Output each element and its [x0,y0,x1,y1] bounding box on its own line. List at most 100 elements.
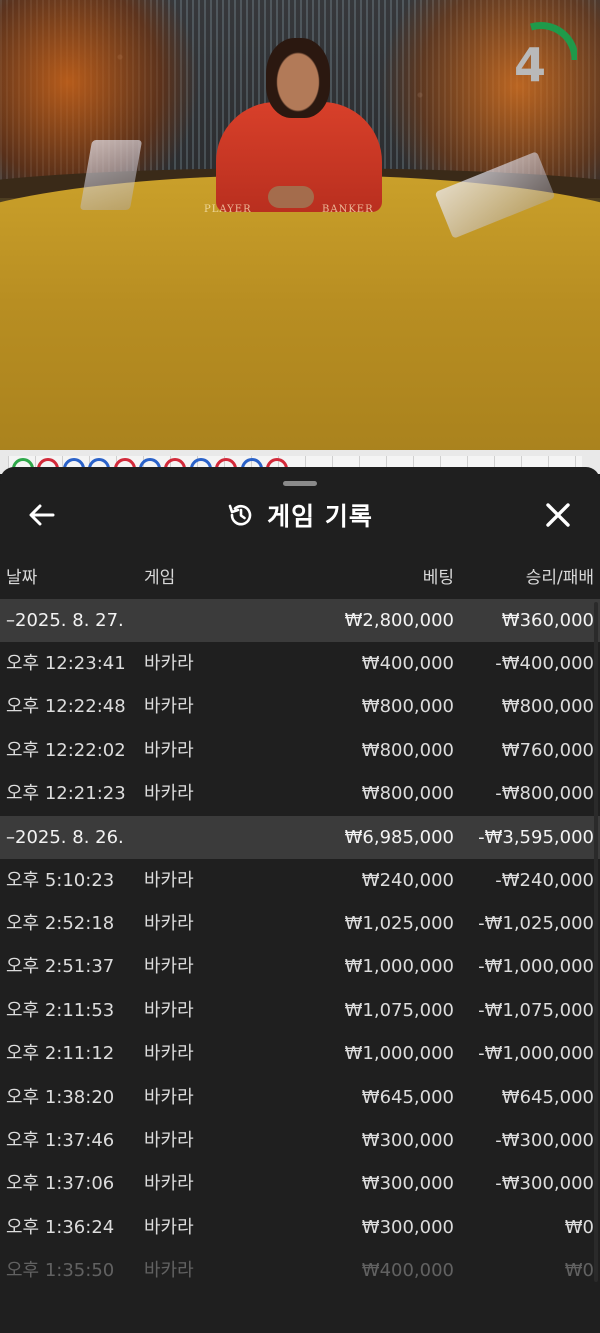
column-header-date: 날짜 [6,568,38,588]
table-row[interactable]: 오후 1:36:24 바카라 ₩300,000 ₩0 [0,1206,600,1249]
table-row[interactable]: 오후 1:38:20 바카라 ₩645,000 ₩645,000 [0,1076,600,1119]
history-table-header: 날짜 게임 베팅 승리/패배 [0,563,600,591]
row-bet: ₩1,025,000 [344,912,454,934]
row-game: 바카라 [144,1043,194,1065]
group-date: –2025. 8. 27. [6,610,124,631]
row-game: 바카라 [144,653,194,674]
row-game: 바카라 [144,1086,194,1108]
row-bet: ₩800,000 [361,739,454,761]
sheet-header: 게임 기록 [0,495,600,535]
row-game: 바카라 [144,1173,194,1195]
table-row[interactable]: 오후 1:35:50 바카라 ₩400,000 ₩0 [0,1249,600,1292]
table-row[interactable]: 오후 2:51:37 바카라 ₩1,000,000 -₩1,000,000 [0,945,600,988]
table-row[interactable]: 오후 2:52:18 바카라 ₩1,025,000 -₩1,025,000 [0,902,600,945]
row-bet: ₩800,000 [361,696,454,718]
timer-value: 4 [513,38,546,92]
row-bet: ₩1,000,000 [344,1043,454,1065]
row-bet: ₩400,000 [361,1260,454,1282]
row-time: 오후 1:37:46 [6,1129,115,1151]
row-time: 오후 1:35:50 [6,1260,115,1282]
table-row[interactable]: 오후 12:22:48 바카라 ₩800,000 ₩800,000 [0,685,600,728]
column-header-game: 게임 [144,568,176,588]
column-header-bet: 베팅 [422,568,454,588]
row-result: -₩400,000 [495,653,594,674]
row-bet: ₩300,000 [361,1173,454,1195]
row-bet: ₩240,000 [361,869,454,891]
row-result: ₩760,000 [501,739,594,761]
history-scrollbar[interactable] [594,602,598,1282]
game-history-sheet: 게임 기록 날짜 게임 베팅 승리/패배 –2025. 8. 27. ₩2,800… [0,467,600,1333]
group-total-result: ₩360,000 [501,610,594,631]
close-button[interactable] [540,497,576,533]
row-result: ₩0 [564,1260,594,1282]
row-time: 오후 1:37:06 [6,1173,115,1195]
row-time: 오후 1:38:20 [6,1086,115,1108]
baccarat-table [0,175,600,450]
row-result: -₩300,000 [495,1173,594,1195]
table-row[interactable]: 오후 2:11:12 바카라 ₩1,000,000 -₩1,000,000 [0,1032,600,1075]
row-time: 오후 12:22:48 [6,696,126,718]
table-row[interactable]: 오후 12:22:02 바카라 ₩800,000 ₩760,000 [0,729,600,772]
row-bet: ₩400,000 [361,653,454,674]
row-result: -₩1,000,000 [478,1043,594,1065]
row-bet: ₩645,000 [361,1086,454,1108]
table-row[interactable]: 오후 12:21:23 바카라 ₩800,000 -₩800,000 [0,772,600,815]
history-icon [228,504,252,526]
row-bet: ₩1,000,000 [344,956,454,978]
history-table-body[interactable]: –2025. 8. 27. ₩2,800,000 ₩360,000 오후 12:23:… [0,599,600,1299]
row-bet: ₩300,000 [361,1129,454,1151]
row-result: -₩1,075,000 [478,999,594,1021]
row-result: ₩800,000 [501,696,594,718]
row-game: 바카라 [144,739,194,761]
row-game: 바카라 [144,696,194,718]
felt-label-player: PLAYER [204,204,252,215]
table-row[interactable]: 오후 1:37:06 바카라 ₩300,000 -₩300,000 [0,1162,600,1205]
row-game: 바카라 [144,999,194,1021]
date-group-row[interactable]: –2025. 8. 27. ₩2,800,000 ₩360,000 [0,599,600,642]
group-total-bet: ₩6,985,000 [344,826,454,848]
row-game: 바카라 [144,956,194,978]
table-row[interactable]: 오후 5:10:23 바카라 ₩240,000 -₩240,000 [0,859,600,902]
date-group-row[interactable]: –2025. 8. 26. ₩6,985,000 -₩3,595,000 [0,815,600,859]
row-bet: ₩300,000 [361,1216,454,1238]
row-time: 오후 2:11:53 [6,999,115,1021]
row-result: -₩300,000 [495,1129,594,1151]
row-time: 오후 12:22:02 [6,739,126,761]
dealer-head [266,38,330,118]
row-time: 오후 2:51:37 [6,956,115,978]
live-video-stream: PLAYER BANKER 4 [0,0,600,450]
betting-timer: 4 [505,20,577,92]
group-date: –2025. 8. 26. [6,826,124,848]
row-time: 오후 5:10:23 [6,869,115,891]
column-header-result: 승리/패배 [525,568,594,588]
group-total-result: -₩3,595,000 [478,826,594,848]
table-row[interactable]: 오후 2:11:53 바카라 ₩1,075,000 -₩1,075,000 [0,989,600,1032]
row-result: -₩1,025,000 [478,912,594,934]
row-time: 오후 2:11:12 [6,1043,115,1065]
row-time: 오후 2:52:18 [6,912,115,934]
row-result: -₩240,000 [495,869,594,891]
row-time: 오후 12:23:41 [6,653,126,674]
felt-label-banker: BANKER [322,204,374,215]
row-bet: ₩1,075,000 [344,999,454,1021]
row-game: 바카라 [144,1216,194,1238]
row-result: -₩800,000 [495,783,594,805]
row-time: 오후 1:36:24 [6,1216,115,1238]
row-result: ₩0 [564,1216,594,1238]
table-row[interactable]: 오후 1:37:46 바카라 ₩300,000 -₩300,000 [0,1119,600,1162]
row-game: 바카라 [144,1260,194,1282]
row-game: 바카라 [144,912,194,934]
dealer-hands [268,186,314,208]
table-row[interactable]: 오후 12:23:41 바카라 ₩400,000 -₩400,000 [0,642,600,685]
row-result: ₩645,000 [501,1086,594,1108]
close-icon [546,503,570,527]
row-game: 바카라 [144,869,194,891]
row-game: 바카라 [144,1129,194,1151]
row-time: 오후 12:21:23 [6,783,126,805]
row-result: -₩1,000,000 [478,956,594,978]
sheet-title: 게임 기록 [267,502,373,531]
sheet-drag-handle[interactable] [283,481,317,486]
row-game: 바카라 [144,783,194,805]
row-bet: ₩800,000 [361,783,454,805]
group-total-bet: ₩2,800,000 [344,610,454,631]
